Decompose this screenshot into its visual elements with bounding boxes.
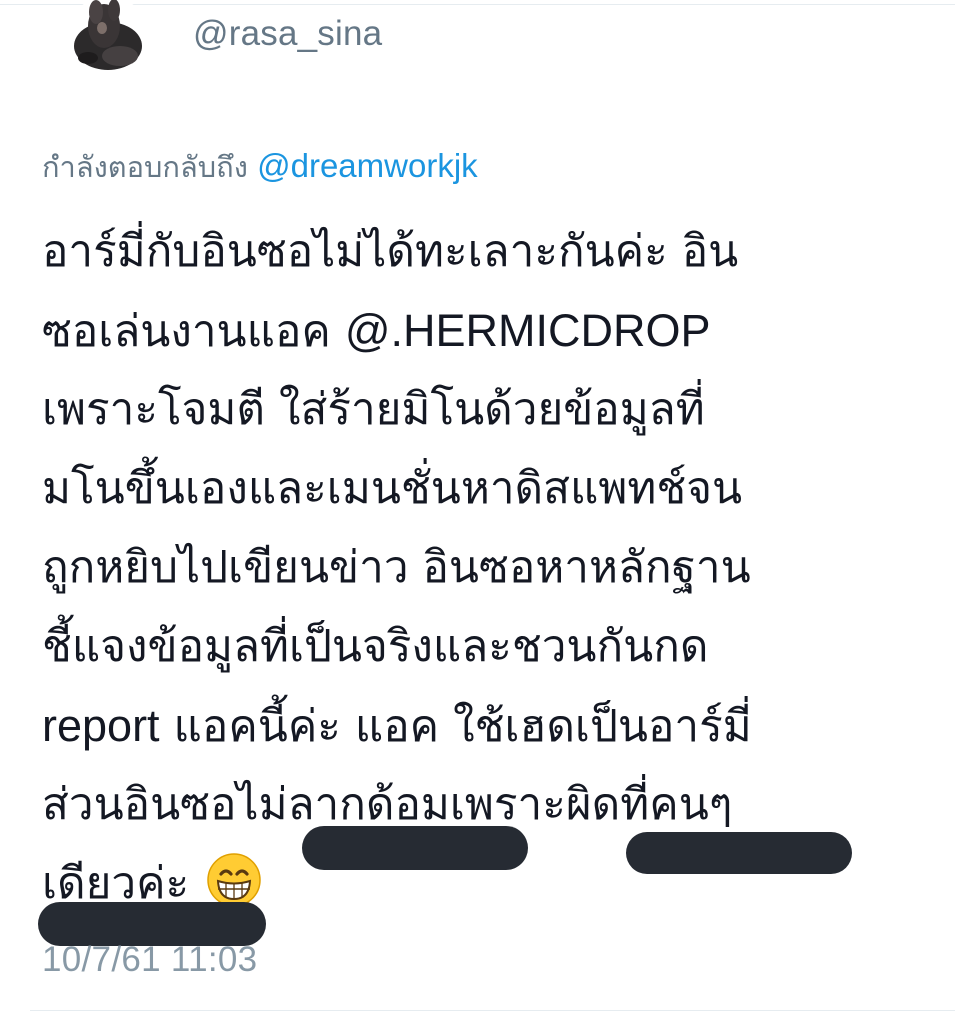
tweet-line: ซอเล่นงานแอค @.HERMICDROP xyxy=(42,291,942,370)
bottom-divider xyxy=(30,1010,955,1011)
tweet-line: report แอคนี้ค่ะ แอค ใช้เฮดเป็นอาร์มี่ xyxy=(42,686,942,765)
reply-to-mention[interactable]: @dreamworkjk xyxy=(257,147,478,184)
tweet-line: เพราะโจมตี ใส่ร้ายมิโนด้วยข้อมูลที่ xyxy=(42,384,705,435)
tweet-line: ถูกหยิบไปเขียนข่าว อินซอหาหลักฐาน xyxy=(42,542,751,593)
avatar-image xyxy=(68,0,148,74)
avatar[interactable] xyxy=(68,0,148,74)
tweet-line: มโนขึ้นเองและเมนชั่นหาดิสแพทช์จน xyxy=(42,463,743,514)
reply-context: กำลังตอบกลับถึง @dreamworkjk xyxy=(42,144,478,190)
reply-prefix: กำลังตอบกลับถึง xyxy=(42,150,248,184)
redaction-bar xyxy=(626,832,852,874)
tweet-line-text: ซอเล่นงานแอค xyxy=(42,306,345,357)
tweet-line: อาร์มี่กับอินซอไม่ได้ทะเลาะกันค่ะ อิน xyxy=(42,226,739,277)
tweet-text: อาร์มี่กับอินซอไม่ได้ทะเลาะกันค่ะ อิน ซอ… xyxy=(42,212,942,923)
tweet-line-text: report xyxy=(42,700,160,751)
top-divider xyxy=(0,4,955,5)
hermicdrop-mention[interactable]: @.HERMICDROP xyxy=(345,305,711,356)
tweet-line: ชี้แจงข้อมูลที่เป็นจริงและชวนกันกด xyxy=(42,621,709,672)
redaction-bar xyxy=(302,826,528,870)
tweet-timestamp[interactable]: 10/7/61 11:03 xyxy=(42,940,257,980)
tweet-line-text: แอคนี้ค่ะ แอค ใช้เฮดเป็นอาร์มี่ xyxy=(159,701,752,752)
author-handle[interactable]: @rasa_sina xyxy=(193,14,382,54)
